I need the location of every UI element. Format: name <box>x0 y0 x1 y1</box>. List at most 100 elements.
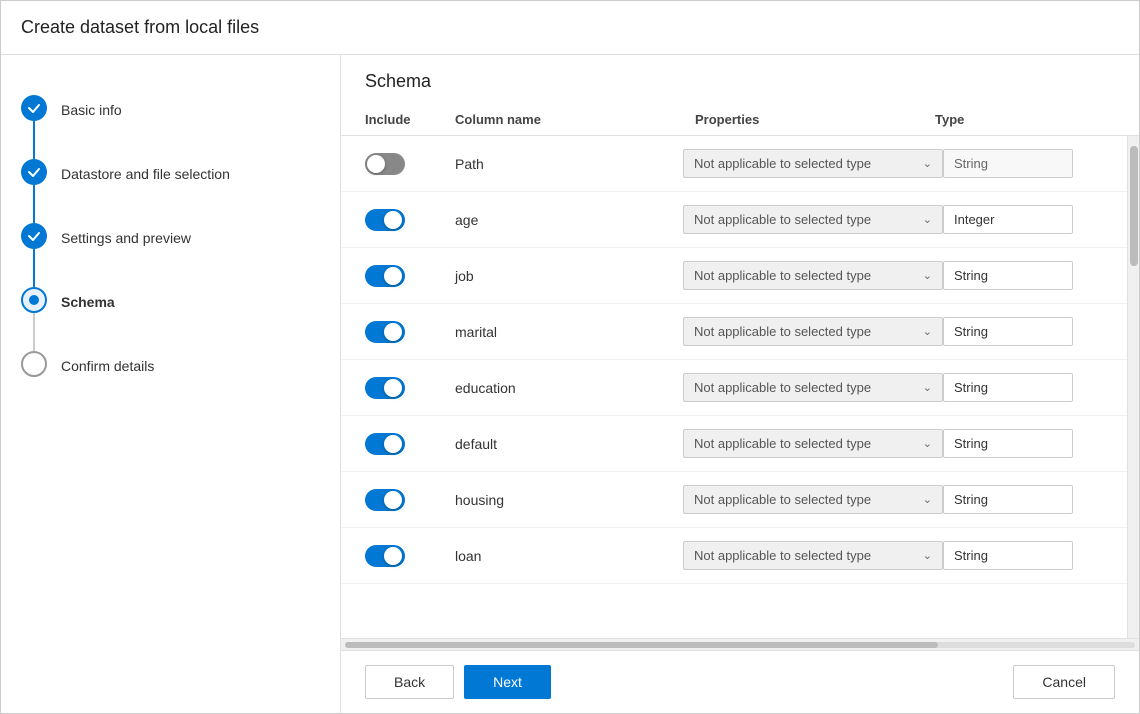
table-area: Path Not applicable to selected type ⌄ a… <box>341 136 1139 638</box>
main-window: Create dataset from local files Basi <box>0 0 1140 714</box>
col-type-path[interactable] <box>943 149 1103 178</box>
next-button[interactable]: Next <box>464 665 551 699</box>
toggle-track-age <box>365 209 405 231</box>
sidebar-item-basic-info[interactable]: Basic info <box>21 95 320 159</box>
horizontal-scrollbar[interactable] <box>341 638 1139 650</box>
col-type-job[interactable] <box>943 261 1103 290</box>
title-bar: Create dataset from local files <box>1 1 1139 55</box>
toggle-cell-education[interactable] <box>365 377 455 399</box>
col-name-housing: housing <box>455 492 683 508</box>
toggle-thumb-age <box>384 211 402 229</box>
h-scroll-track <box>345 642 1135 648</box>
toggle-cell-loan[interactable] <box>365 545 455 567</box>
toggle-track-default <box>365 433 405 455</box>
col-props-age[interactable]: Not applicable to selected type ⌄ <box>683 205 943 234</box>
table-row: job Not applicable to selected type ⌄ <box>341 248 1127 304</box>
step-dot-schema <box>21 287 47 313</box>
window-title: Create dataset from local files <box>21 17 259 37</box>
col-props-loan[interactable]: Not applicable to selected type ⌄ <box>683 541 943 570</box>
toggle-job[interactable] <box>365 265 405 287</box>
toggle-thumb-job <box>384 267 402 285</box>
col-name-default: default <box>455 436 683 452</box>
col-type-default[interactable] <box>943 429 1103 458</box>
step-label-basic-info: Basic info <box>61 95 122 123</box>
toggle-default[interactable] <box>365 433 405 455</box>
properties-dropdown-marital[interactable]: Not applicable to selected type ⌄ <box>683 317 943 346</box>
toggle-cell-marital[interactable] <box>365 321 455 343</box>
step-line-schema <box>33 313 35 351</box>
chevron-down-icon: ⌄ <box>923 381 932 394</box>
col-props-marital[interactable]: Not applicable to selected type ⌄ <box>683 317 943 346</box>
col-type-loan[interactable] <box>943 541 1103 570</box>
toggle-track-job <box>365 265 405 287</box>
v-scroll-thumb[interactable] <box>1130 146 1138 266</box>
toggle-cell-path[interactable] <box>365 153 455 175</box>
sidebar-item-confirm[interactable]: Confirm details <box>21 351 320 379</box>
step-connector-basic-info <box>21 95 47 159</box>
properties-dropdown-education[interactable]: Not applicable to selected type ⌄ <box>683 373 943 402</box>
sidebar-item-datastore[interactable]: Datastore and file selection <box>21 159 320 223</box>
properties-dropdown-path[interactable]: Not applicable to selected type ⌄ <box>683 149 943 178</box>
toggle-track-education <box>365 377 405 399</box>
col-props-education[interactable]: Not applicable to selected type ⌄ <box>683 373 943 402</box>
table-row: loan Not applicable to selected type ⌄ <box>341 528 1127 584</box>
type-input-loan[interactable] <box>943 541 1073 570</box>
col-name-marital: marital <box>455 324 683 340</box>
properties-dropdown-age[interactable]: Not applicable to selected type ⌄ <box>683 205 943 234</box>
cancel-button[interactable]: Cancel <box>1013 665 1115 699</box>
type-input-age[interactable] <box>943 205 1073 234</box>
col-props-housing[interactable]: Not applicable to selected type ⌄ <box>683 485 943 514</box>
type-input-marital[interactable] <box>943 317 1073 346</box>
step-dot-basic-info <box>21 95 47 121</box>
step-connector-confirm <box>21 351 47 377</box>
sidebar-item-settings[interactable]: Settings and preview <box>21 223 320 287</box>
type-input-path[interactable] <box>943 149 1073 178</box>
step-line-basic-info <box>33 121 35 159</box>
toggle-path[interactable] <box>365 153 405 175</box>
toggle-track-path <box>365 153 405 175</box>
toggle-housing[interactable] <box>365 489 405 511</box>
col-name-job: job <box>455 268 683 284</box>
step-label-datastore: Datastore and file selection <box>61 159 230 187</box>
step-label-confirm: Confirm details <box>61 351 154 379</box>
toggle-cell-default[interactable] <box>365 433 455 455</box>
toggle-cell-age[interactable] <box>365 209 455 231</box>
col-type-marital[interactable] <box>943 317 1103 346</box>
properties-dropdown-loan[interactable]: Not applicable to selected type ⌄ <box>683 541 943 570</box>
toggle-age[interactable] <box>365 209 405 231</box>
col-props-path[interactable]: Not applicable to selected type ⌄ <box>683 149 943 178</box>
step-dot-datastore <box>21 159 47 185</box>
properties-text-age: Not applicable to selected type <box>694 212 871 227</box>
col-type-age[interactable] <box>943 205 1103 234</box>
table-row: education Not applicable to selected typ… <box>341 360 1127 416</box>
type-input-housing[interactable] <box>943 485 1073 514</box>
vertical-scrollbar[interactable] <box>1127 136 1139 638</box>
step-line-datastore <box>33 185 35 223</box>
toggle-cell-housing[interactable] <box>365 489 455 511</box>
type-input-job[interactable] <box>943 261 1073 290</box>
properties-text-housing: Not applicable to selected type <box>694 492 871 507</box>
schema-container: Schema Include Column name Properties Ty… <box>341 55 1139 650</box>
properties-dropdown-default[interactable]: Not applicable to selected type ⌄ <box>683 429 943 458</box>
toggle-cell-job[interactable] <box>365 265 455 287</box>
step-label-settings: Settings and preview <box>61 223 191 251</box>
schema-title: Schema <box>341 55 1139 104</box>
properties-dropdown-job[interactable]: Not applicable to selected type ⌄ <box>683 261 943 290</box>
toggle-loan[interactable] <box>365 545 405 567</box>
back-button[interactable]: Back <box>365 665 454 699</box>
col-props-job[interactable]: Not applicable to selected type ⌄ <box>683 261 943 290</box>
col-type-housing[interactable] <box>943 485 1103 514</box>
type-input-default[interactable] <box>943 429 1073 458</box>
toggle-thumb-marital <box>384 323 402 341</box>
col-type-education[interactable] <box>943 373 1103 402</box>
properties-dropdown-housing[interactable]: Not applicable to selected type ⌄ <box>683 485 943 514</box>
step-dot-settings <box>21 223 47 249</box>
type-input-education[interactable] <box>943 373 1073 402</box>
toggle-education[interactable] <box>365 377 405 399</box>
col-props-default[interactable]: Not applicable to selected type ⌄ <box>683 429 943 458</box>
col-name-age: age <box>455 212 683 228</box>
toggle-marital[interactable] <box>365 321 405 343</box>
chevron-down-icon: ⌄ <box>923 549 932 562</box>
schema-table-body[interactable]: Path Not applicable to selected type ⌄ a… <box>341 136 1127 638</box>
sidebar-item-schema[interactable]: Schema <box>21 287 320 351</box>
